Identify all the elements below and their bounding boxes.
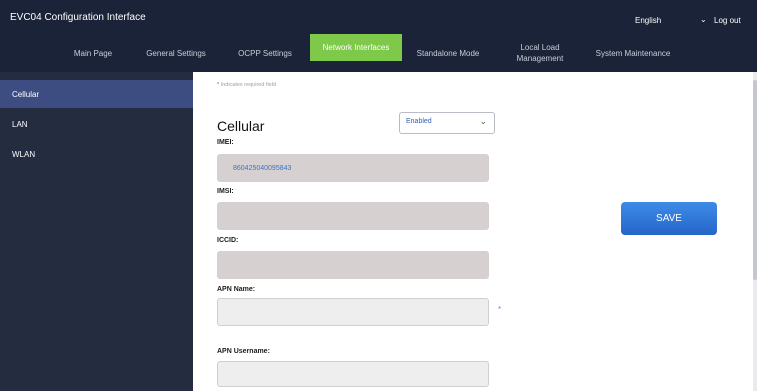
required-field-note: * Indicates required field: [217, 82, 276, 88]
top-bar: EVC04 Configuration Interface English ⌄ …: [0, 0, 757, 72]
nav-item-ocpp-settings[interactable]: OCPP Settings: [225, 36, 305, 70]
language-select[interactable]: English: [635, 16, 661, 25]
save-button[interactable]: SAVE: [621, 202, 717, 235]
required-marker: *: [217, 82, 220, 88]
imei-field: 860425040095843: [217, 154, 489, 182]
iccid-label: ICCID:: [217, 237, 239, 244]
iccid-field: [217, 251, 489, 279]
apn-name-input[interactable]: [217, 298, 489, 326]
apn-username-label: APN Username:: [217, 348, 270, 355]
logout-link[interactable]: Log out: [714, 16, 741, 25]
cellular-status-value: Enabled: [406, 118, 432, 125]
imsi-label: IMSI:: [217, 188, 234, 195]
scrollbar[interactable]: [753, 72, 757, 391]
sidebar: Cellular LAN WLAN: [0, 72, 193, 391]
apn-name-required-marker: *: [498, 305, 502, 314]
apn-name-label: APN Name:: [217, 286, 256, 293]
nav-item-standalone-mode[interactable]: Standalone Mode: [408, 36, 488, 70]
imsi-field: [217, 202, 489, 230]
chevron-down-icon: ⌄: [479, 116, 487, 126]
required-note-text: Indicates required field: [220, 82, 277, 88]
cellular-status-select[interactable]: Enabled ⌄: [399, 112, 495, 134]
chevron-down-icon[interactable]: ⌄: [700, 15, 707, 24]
app-title: EVC04 Configuration Interface: [10, 12, 146, 23]
sidebar-item-lan[interactable]: LAN: [0, 110, 193, 138]
nav-item-network-interfaces[interactable]: Network Interfaces: [310, 34, 402, 61]
nav-item-local-load-management[interactable]: Local Load Management: [502, 36, 578, 70]
nav-item-system-maintenance[interactable]: System Maintenance: [584, 36, 682, 70]
nav-item-general-settings[interactable]: General Settings: [135, 36, 217, 70]
main-content: * Indicates required field Cellular Enab…: [193, 72, 753, 391]
scrollbar-thumb[interactable]: [753, 80, 757, 280]
sidebar-item-cellular[interactable]: Cellular: [0, 80, 193, 108]
nav-item-main-page[interactable]: Main Page: [58, 36, 128, 70]
apn-username-input[interactable]: [217, 361, 489, 387]
section-title: Cellular: [217, 118, 265, 134]
imei-label: IMEI:: [217, 139, 234, 146]
sidebar-item-wlan[interactable]: WLAN: [0, 140, 193, 168]
